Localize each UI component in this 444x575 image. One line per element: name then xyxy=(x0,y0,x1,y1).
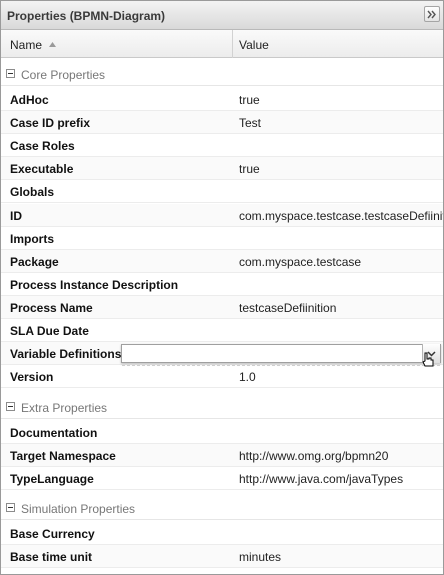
property-row-imports[interactable]: Imports xyxy=(1,227,443,250)
group-simulation-properties[interactable]: Simulation Properties xyxy=(1,497,443,520)
variable-definitions-input[interactable] xyxy=(122,345,422,362)
collapse-panel-button[interactable] xyxy=(424,6,440,22)
property-row-case-id-prefix[interactable]: Case ID prefix Test xyxy=(1,111,443,134)
property-value[interactable]: true xyxy=(239,93,443,107)
property-row-target-namespace[interactable]: Target Namespace http://www.omg.org/bpmn… xyxy=(1,444,443,467)
sort-ascending-icon xyxy=(49,42,56,47)
double-chevron-right-icon xyxy=(427,10,436,18)
panel-title: Properties (BPMN-Diagram) xyxy=(7,9,166,23)
property-name: Version xyxy=(10,370,54,384)
group-label: Extra Properties xyxy=(21,401,108,415)
property-name: Variable Definitions xyxy=(10,347,122,361)
property-name: Base time unit xyxy=(10,550,93,564)
property-row-id[interactable]: ID com.myspace.testcase.testcaseDefiinit… xyxy=(1,204,443,227)
column-header-value[interactable]: Value xyxy=(239,38,269,52)
property-row-executable[interactable]: Executable true xyxy=(1,157,443,180)
property-row-process-instance-description[interactable]: Process Instance Description xyxy=(1,273,443,296)
property-name: AdHoc xyxy=(10,93,49,107)
property-row-globals[interactable]: Globals xyxy=(1,180,443,203)
collapse-toggle-icon[interactable] xyxy=(6,69,15,78)
group-core-properties[interactable]: Core Properties xyxy=(1,63,443,86)
property-value[interactable]: http://www.omg.org/bpmn20 xyxy=(239,449,443,463)
property-row-base-currency[interactable]: Base Currency xyxy=(1,522,443,545)
column-header-name[interactable]: Name xyxy=(10,38,42,52)
variable-definitions-editor[interactable] xyxy=(121,344,441,363)
group-extra-properties[interactable]: Extra Properties xyxy=(1,396,443,419)
collapse-toggle-icon[interactable] xyxy=(6,402,15,411)
property-name: Base Currency xyxy=(10,527,95,541)
property-name: Case Roles xyxy=(10,139,75,153)
property-name: Target Namespace xyxy=(10,449,116,463)
property-row-sla-due-date[interactable]: SLA Due Date xyxy=(1,319,443,342)
group-label: Core Properties xyxy=(21,68,106,82)
property-value[interactable]: true xyxy=(239,162,443,176)
group-label: Simulation Properties xyxy=(21,502,136,516)
property-row-typelanguage[interactable]: TypeLanguage http://www.java.com/javaTyp… xyxy=(1,467,443,490)
property-value[interactable]: 1.0 xyxy=(239,370,443,384)
property-row-base-time-unit[interactable]: Base time unit minutes xyxy=(1,545,443,568)
property-name: Package xyxy=(10,255,59,269)
property-value[interactable]: com.myspace.testcase xyxy=(239,255,443,269)
property-value[interactable]: testcaseDefiinition xyxy=(239,301,443,315)
property-name: ID xyxy=(10,209,22,223)
collapse-toggle-icon[interactable] xyxy=(6,503,15,512)
column-divider[interactable] xyxy=(232,30,233,58)
property-value[interactable]: com.myspace.testcase.testcaseDefiinition xyxy=(239,209,443,223)
property-name: Process Instance Description xyxy=(10,278,179,292)
property-value[interactable]: minutes xyxy=(239,550,443,564)
property-row-adhoc[interactable]: AdHoc true xyxy=(1,88,443,111)
property-row-variable-definitions[interactable]: Variable Definitions xyxy=(1,342,443,367)
property-name: Globals xyxy=(10,185,55,199)
property-row-process-name[interactable]: Process Name testcaseDefiinition xyxy=(1,296,443,319)
property-row-case-roles[interactable]: Case Roles xyxy=(1,134,443,157)
property-row-documentation[interactable]: Documentation xyxy=(1,421,443,444)
property-name: TypeLanguage xyxy=(10,472,94,486)
property-row-version[interactable]: Version 1.0 xyxy=(1,365,443,388)
property-name: Case ID prefix xyxy=(10,116,91,130)
property-name: Documentation xyxy=(10,426,98,440)
property-name: SLA Due Date xyxy=(10,324,89,338)
property-name: Executable xyxy=(10,162,74,176)
property-row-package[interactable]: Package com.myspace.testcase xyxy=(1,250,443,273)
property-name: Imports xyxy=(10,232,55,246)
column-header: Name Value xyxy=(1,30,443,58)
property-value[interactable]: http://www.java.com/javaTypes xyxy=(239,472,443,486)
property-value[interactable]: Test xyxy=(239,116,443,130)
panel-titlebar: Properties (BPMN-Diagram) xyxy=(1,1,443,30)
properties-panel: Properties (BPMN-Diagram) Name Value Cor… xyxy=(0,0,444,575)
property-name: Process Name xyxy=(10,301,93,315)
